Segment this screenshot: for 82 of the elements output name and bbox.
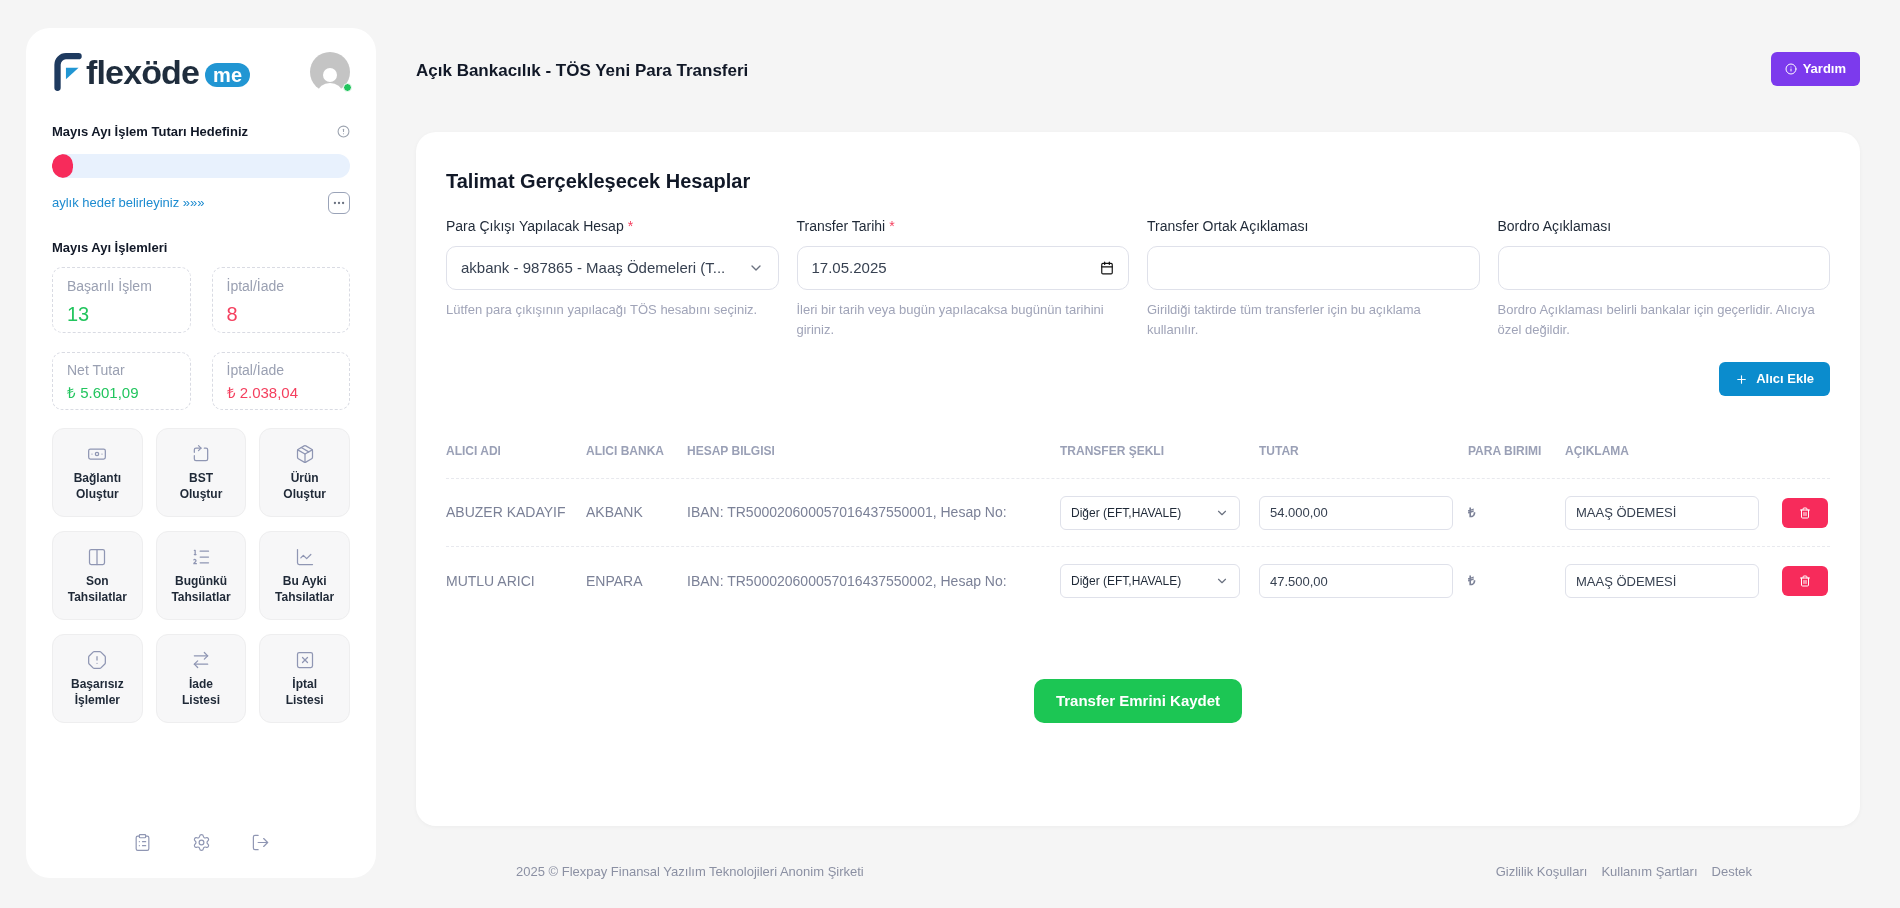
field-hint: Lütfen para çıkışının yapılacağı TÖS hesabını seçiniz. xyxy=(446,301,759,319)
avatar[interactable] xyxy=(310,52,350,92)
column-header: ALICI BANKA xyxy=(586,443,665,460)
set-goal-link[interactable]: aylık hedef belirleyiniz »»» xyxy=(52,192,205,213)
shortcut-tile[interactable]: Başarısız İşlemler xyxy=(52,634,143,723)
stat-label: Başarılı İşlem xyxy=(67,277,153,296)
shortcut-tile[interactable]: Bugünkü Tahsilatlar xyxy=(155,531,247,620)
copyright-text: 2025 © Flexpay Finansal Yazılım Teknolojileri Anonim Şirketi xyxy=(516,863,864,881)
table-cell-text: IBAN: TR500020600057016437550001, Hesap No: xyxy=(687,503,1008,522)
field-hint: İleri bir tarih veya bugün yapılacaksa bugünün tarihini giriniz. xyxy=(796,301,1105,339)
field-hint: Bordro Açıklaması belirli bankalar için geçerlidir. Alıcıya özel değildir. xyxy=(1497,301,1816,339)
logout-icon[interactable] xyxy=(250,833,270,852)
table-cell-text: ABUZER KADAYIF xyxy=(446,503,567,522)
stat-value: 13 xyxy=(67,302,91,327)
logo-badge: me xyxy=(205,63,250,87)
page-title: Açık Bankacılık - TÖS Yeni Para Transferi xyxy=(416,60,749,82)
more-options-button[interactable] xyxy=(328,191,350,214)
table-cell-text: ENPARA xyxy=(586,571,644,591)
line-chart-icon xyxy=(294,546,315,567)
plus-icon xyxy=(1735,372,1749,386)
stat-label: İptal/İade xyxy=(226,361,286,380)
columns-icon xyxy=(87,546,108,567)
column-header: TUTAR xyxy=(1259,443,1300,460)
field-label: Transfer Ortak Açıklaması xyxy=(1147,217,1309,236)
shortcut-tile[interactable]: Ürün Oluştur xyxy=(259,428,350,517)
delete-button[interactable] xyxy=(1782,566,1828,596)
help-button[interactable]: Yardım xyxy=(1770,52,1860,86)
goal-title: Mayıs Ayı İşlem Tutarı Hedefiniz xyxy=(52,123,248,141)
field-label: Bordro Açıklaması xyxy=(1497,217,1612,236)
stat-value: ₺ 2.038,04 xyxy=(226,383,300,403)
add-recipient-button[interactable]: Alıcı Ekle xyxy=(1719,362,1830,396)
info-icon xyxy=(1784,63,1797,75)
stats-title: Mayıs Ayı İşlemleri xyxy=(52,238,169,257)
account-select[interactable]: akbank - 987865 - Maaş Ödemeleri (T... xyxy=(446,246,779,290)
shortcut-tile[interactable]: Bağlantı Oluştur xyxy=(52,428,143,517)
stat-label: İptal/İade xyxy=(226,277,286,296)
field-hint: Girildiği taktirde tüm transferler için bu açıklama kullanılır. xyxy=(1147,301,1422,339)
delete-button[interactable] xyxy=(1782,497,1828,528)
text-field[interactable] xyxy=(1497,246,1830,290)
column-header: PARA BIRIMI xyxy=(1468,443,1543,460)
trash-icon xyxy=(1799,506,1811,519)
description-field[interactable]: MAAŞ ÖDEMESİ xyxy=(1565,495,1759,530)
table-cell-text: IBAN: TR500020600057016437550002, Hesap No: xyxy=(687,571,1008,591)
column-header: HESAP BILGISI xyxy=(687,443,776,460)
description-field[interactable]: MAAŞ ÖDEMESİ xyxy=(1565,564,1759,598)
required-mark: * xyxy=(889,217,895,236)
trash-icon xyxy=(1799,575,1811,587)
amount-field[interactable]: 54.000,00 xyxy=(1259,495,1453,530)
shortcut-tile[interactable]: Son Tahsilatlar xyxy=(52,531,143,620)
shortcut-tile[interactable]: Bu Ayki Tahsilatlar xyxy=(259,531,350,620)
octagon-alert-icon xyxy=(87,649,108,670)
shortcut-tile[interactable]: BST Oluştur xyxy=(155,428,247,517)
shortcut-tile[interactable]: İade Listesi xyxy=(155,634,247,723)
package-icon xyxy=(294,443,315,464)
x-square-icon xyxy=(294,649,315,670)
stat-value: ₺ 5.601,09 xyxy=(67,383,140,403)
amount-field[interactable]: 47.500,00 xyxy=(1259,564,1453,598)
stat-label: Net Tutar xyxy=(67,361,126,380)
card-title: Talimat Gerçekleşecek Hesaplar xyxy=(446,169,752,194)
required-mark: * xyxy=(627,217,634,236)
transfer-method-select[interactable]: Diğer (EFT,HAVALE) xyxy=(1060,495,1240,530)
transfer-method-select[interactable]: Diğer (EFT,HAVALE) xyxy=(1060,564,1240,598)
text-field[interactable] xyxy=(1147,246,1480,290)
shortcut-tile[interactable]: İptal Listesi xyxy=(259,634,350,723)
calendar-icon[interactable] xyxy=(1100,261,1114,275)
column-header: ALICI ADI xyxy=(446,443,502,460)
stat-value: 8 xyxy=(226,302,239,327)
field-label: Transfer Tarihi xyxy=(796,217,886,236)
column-header: AÇIKLAMA xyxy=(1565,443,1630,460)
logo-text: flexöde xyxy=(86,55,200,89)
rotate-square-icon xyxy=(191,443,211,464)
settings-icon[interactable] xyxy=(191,833,211,852)
column-header: TRANSFER ŞEKLI xyxy=(1060,443,1165,460)
date-field[interactable]: 17.05.2025 xyxy=(796,246,1129,290)
table-cell-text: MUTLU ARICI xyxy=(446,571,536,591)
info-icon[interactable] xyxy=(337,125,350,139)
swap-arrows-icon xyxy=(191,649,211,670)
logo-mark-icon xyxy=(52,52,82,92)
table-cell-text: ₺ xyxy=(1468,503,1477,522)
field-label: Para Çıkışı Yapılacak Hesap xyxy=(446,217,624,236)
table-cell-text: AKBANK xyxy=(586,503,644,522)
table-cell-text: ₺ xyxy=(1468,572,1477,591)
